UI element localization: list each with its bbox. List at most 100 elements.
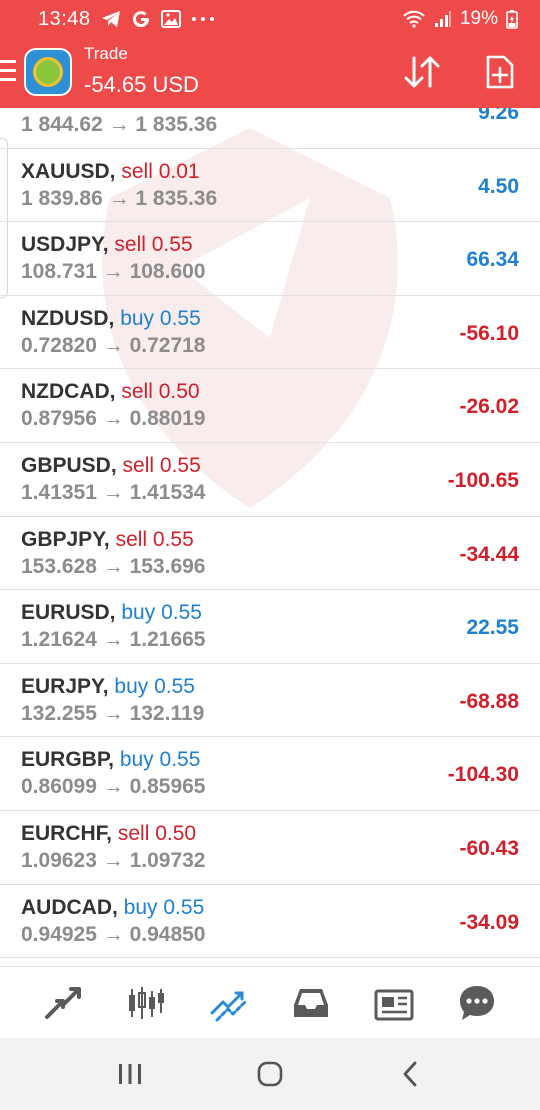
position-row[interactable]: GBPUSD, sell 0.55 1.41351 → 1.41534 -100.6… — [0, 443, 540, 517]
position-row[interactable]: AUDCAD, buy 0.55 0.94925 → 0.94850 -34.09 — [0, 885, 540, 959]
sort-button[interactable] — [402, 52, 442, 92]
position-title: NZDUSD, buy 0.55 — [21, 307, 201, 331]
news-icon — [374, 989, 414, 1020]
position-profit: 66.34 — [466, 248, 519, 272]
position-title: XAUUSD, sell 0.01 — [21, 160, 200, 184]
position-prices: 0.72820 → 0.72718 — [21, 333, 206, 357]
position-title: EURGBP, buy 0.55 — [21, 748, 200, 772]
position-side: sell — [121, 108, 153, 109]
position-profit: -100.65 — [447, 469, 519, 492]
position-row[interactable]: GBPJPY, sell 0.55 153.628 → 153.696 -34.44 — [0, 517, 540, 591]
positions-list[interactable]: XAUUSD, sell 0.01 1 844.62 → 1 835.36 9.26… — [0, 108, 540, 966]
position-volume: 0.01 — [158, 159, 200, 183]
position-volume: 0.50 — [158, 380, 200, 404]
position-prices: 153.628 → 153.696 — [21, 554, 206, 578]
position-volume: 0.01 — [159, 108, 200, 109]
position-side: buy — [123, 895, 158, 919]
position-prices: 0.87956 → 0.88019 — [21, 407, 206, 431]
account-balance: -54.65 USD — [84, 72, 199, 97]
position-profit: 22.55 — [466, 616, 519, 640]
position-side: sell — [122, 454, 155, 477]
position-profit: -34.44 — [459, 542, 519, 566]
quotes-icon — [45, 986, 82, 1019]
trade-icon — [210, 991, 248, 1021]
back-button[interactable] — [380, 1044, 440, 1104]
position-title: XAUUSD, sell 0.01 — [21, 108, 200, 110]
telegram-icon — [101, 11, 120, 27]
position-row[interactable]: EURJPY, buy 0.55 132.255 → 132.119 -68.88 — [0, 664, 540, 738]
position-row[interactable]: EURGBP, buy 0.55 0.86099 → 0.85965 -104.30 — [0, 737, 540, 811]
tab-chart[interactable] — [116, 973, 176, 1033]
tab-chat[interactable] — [447, 973, 507, 1033]
recents-button[interactable] — [100, 1044, 160, 1104]
position-volume: 0.55 — [152, 527, 194, 551]
google-icon — [132, 11, 149, 28]
position-volume: 0.55 — [163, 895, 205, 919]
position-profit: -104.30 — [447, 763, 519, 787]
recents-icon — [119, 1064, 141, 1084]
menu-icon[interactable] — [0, 60, 16, 84]
position-title: EURCHF, sell 0.50 — [21, 822, 196, 846]
position-side: buy — [119, 748, 154, 772]
position-prices: 0.86099 → 0.85965 — [21, 775, 206, 799]
status-time: 13:48 — [38, 7, 91, 30]
position-side: sell — [114, 233, 146, 257]
position-title: NZDCAD, sell 0.50 — [21, 380, 200, 404]
new-document-icon — [486, 55, 514, 89]
position-profit: 4.50 — [478, 174, 519, 198]
position-side: sell — [117, 822, 150, 845]
position-side: sell — [121, 159, 153, 183]
position-volume: 0.55 — [159, 306, 201, 330]
position-prices: 108.731 → 108.600 — [21, 260, 206, 284]
wifi-icon — [403, 10, 425, 28]
tab-quotes[interactable] — [33, 973, 93, 1033]
position-row[interactable]: XAUUSD, sell 0.01 1 839.86 → 1 835.36 4.50 — [0, 149, 540, 223]
position-title: GBPUSD, sell 0.55 — [21, 454, 201, 478]
position-symbol: EURCHF, — [21, 822, 113, 845]
position-symbol: GBPJPY, — [21, 527, 110, 551]
position-profit: -60.43 — [459, 837, 519, 860]
sort-arrows-icon — [404, 56, 440, 88]
more-dots-icon — [191, 17, 214, 21]
position-side: sell — [121, 380, 153, 404]
position-prices: 1.41351 → 1.41534 — [21, 481, 206, 504]
position-volume: 0.50 — [155, 822, 197, 845]
app-logo-icon[interactable] — [24, 48, 72, 96]
tab-history[interactable] — [281, 973, 341, 1033]
chat-icon — [459, 985, 494, 1020]
position-symbol: EURJPY, — [21, 674, 109, 698]
position-row[interactable]: EURCHF, sell 0.50 1.09623 → 1.09732 -60.43 — [0, 811, 540, 885]
position-row[interactable]: EURUSD, buy 0.55 1.21624 → 1.21665 22.55 — [0, 590, 540, 664]
position-symbol: EURUSD, — [21, 601, 116, 625]
position-row[interactable]: XAUUSD, sell 0.01 1 844.62 → 1 835.36 9.26 — [0, 108, 540, 149]
tab-news[interactable] — [364, 973, 424, 1033]
position-symbol: GBPUSD, — [21, 454, 117, 477]
position-row[interactable]: NZDUSD, buy 0.55 0.72820 → 0.72718 -56.10 — [0, 296, 540, 370]
position-symbol: USDJPY, — [21, 233, 109, 257]
gallery-icon — [160, 10, 181, 28]
position-prices: 1.09623 → 1.09732 — [21, 849, 206, 872]
position-profit: -68.88 — [459, 689, 519, 713]
position-volume: 0.55 — [159, 454, 201, 477]
position-symbol: NZDUSD, — [21, 306, 115, 330]
position-prices: 132.255 → 132.119 — [21, 701, 205, 725]
position-row[interactable]: NZDCAD, sell 0.50 0.87956 → 0.88019 -26.02 — [0, 369, 540, 443]
position-side: buy — [121, 601, 156, 625]
position-side: sell — [115, 527, 148, 551]
tab-trade[interactable] — [199, 973, 259, 1033]
position-title: EURJPY, buy 0.55 — [21, 675, 195, 699]
position-side: buy — [114, 674, 149, 698]
position-symbol: AUDCAD, — [21, 895, 118, 919]
position-profit: -34.09 — [459, 910, 519, 934]
home-button[interactable] — [240, 1044, 300, 1104]
home-icon — [257, 1061, 283, 1087]
position-volume: 0.55 — [151, 233, 193, 257]
new-order-button[interactable] — [480, 52, 520, 92]
system-nav-bar — [0, 1038, 540, 1110]
chart-icon — [128, 986, 164, 1019]
battery-percent: 19% — [459, 8, 498, 29]
position-row[interactable]: USDJPY, sell 0.55 108.731 → 108.600 66.34 — [0, 222, 540, 296]
battery-charging-icon — [506, 10, 518, 29]
position-symbol: XAUUSD, — [21, 108, 116, 109]
position-symbol: XAUUSD, — [21, 159, 116, 183]
